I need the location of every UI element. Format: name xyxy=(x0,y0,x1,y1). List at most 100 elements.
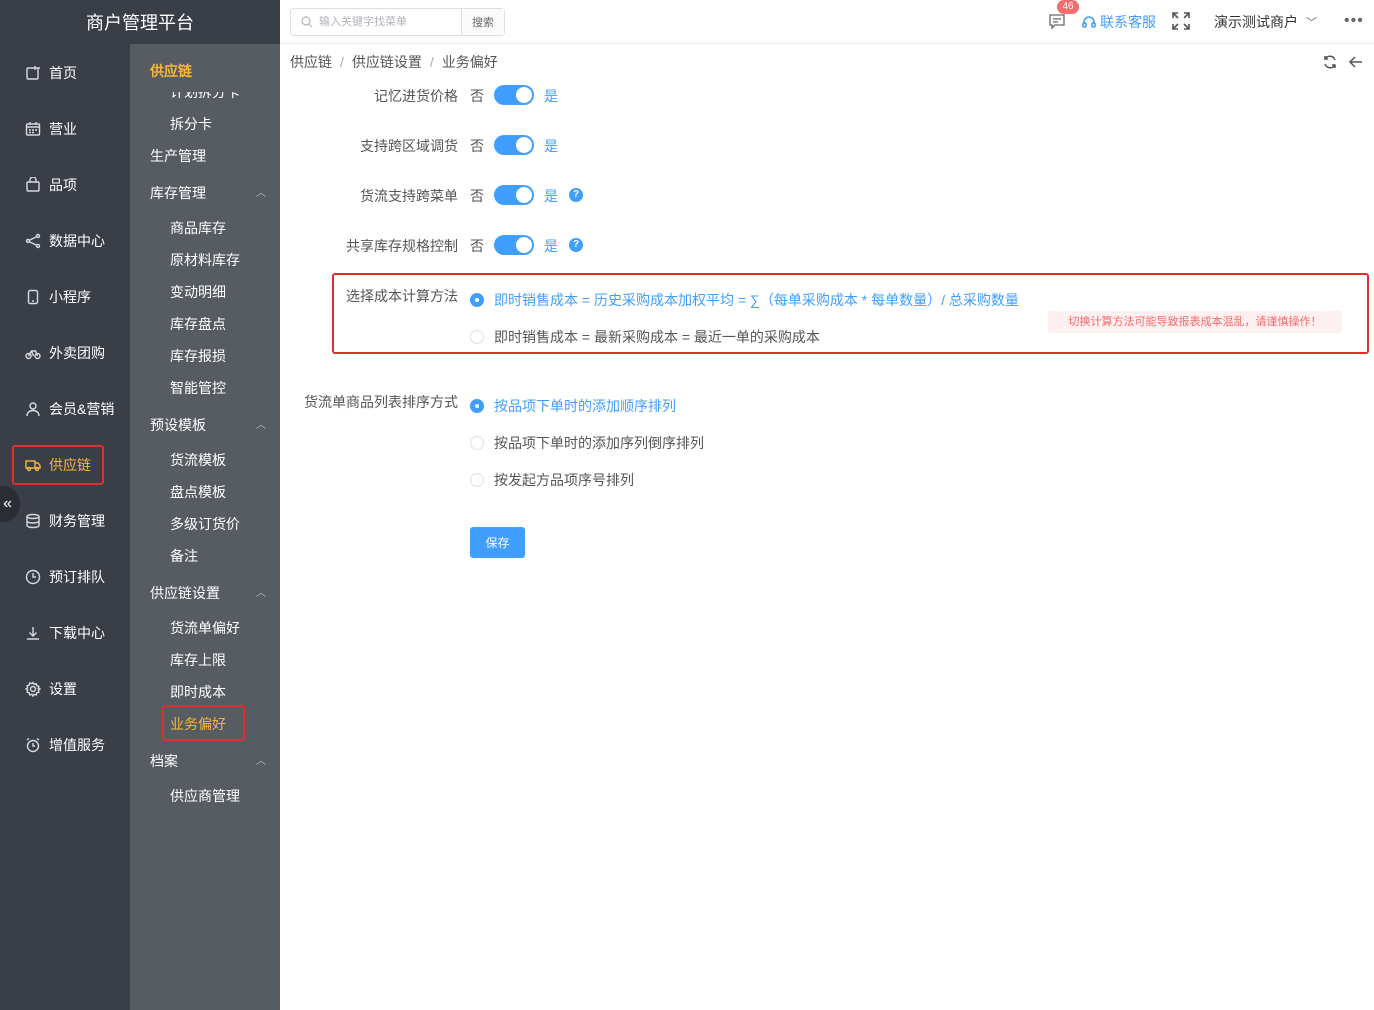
sub-item-split-card[interactable]: 拆分卡 xyxy=(170,114,212,134)
breadcrumb-item[interactable]: 供应链设置 xyxy=(352,52,422,72)
sub-item-stock-limit[interactable]: 库存上限 xyxy=(170,650,226,670)
sub-group-inventory[interactable]: 库存管理 xyxy=(150,183,206,203)
home-icon xyxy=(24,64,42,82)
sub-item-remark[interactable]: 备注 xyxy=(170,546,198,566)
shared-spec-switch[interactable] xyxy=(494,235,534,255)
back-arrow-icon[interactable] xyxy=(1348,54,1364,70)
nav-item-mini-program[interactable]: 小程序 xyxy=(0,277,130,317)
database-icon xyxy=(24,512,42,530)
sub-item-multi-price[interactable]: 多级订货价 xyxy=(170,514,240,534)
sort-reverse-order-radio[interactable]: 按品项下单时的添加序列倒序排列 xyxy=(470,433,704,453)
clock-icon xyxy=(24,568,42,586)
switch-off-text: 否 xyxy=(470,188,484,204)
help-icon[interactable]: ? xyxy=(569,188,583,202)
search-icon xyxy=(301,16,313,28)
cost-method-weighted-radio[interactable]: 即时销售成本 = 历史采购成本加权平均 = ∑（每单采购成本 * 每单数量）/ … xyxy=(470,290,1019,310)
nav-label: 营业 xyxy=(49,121,77,137)
chevron-up-icon: ︿ xyxy=(256,420,266,431)
alarm-icon xyxy=(24,736,42,754)
remember-price-switch[interactable] xyxy=(494,85,534,105)
calendar-icon xyxy=(24,120,42,138)
radio-label: 按发起方品项序号排列 xyxy=(494,472,634,488)
nav-label: 预订排队 xyxy=(49,569,105,585)
sub-item-count-template[interactable]: 盘点模板 xyxy=(170,482,226,502)
cross-menu-switch[interactable] xyxy=(494,185,534,205)
nav-item-home[interactable]: 首页 xyxy=(0,53,130,93)
setting-label: 记忆进货价格 xyxy=(374,88,458,104)
sub-sidebar-title: 供应链 xyxy=(150,63,192,79)
nav-item-settings[interactable]: 设置 xyxy=(0,669,130,709)
nav-label: 外卖团购 xyxy=(49,345,105,361)
merchant-switcher[interactable]: 演示测试商户 ﹀ xyxy=(1214,12,1317,32)
chevron-up-icon: ︿ xyxy=(256,588,266,599)
nav-item-reservation[interactable]: 预订排队 xyxy=(0,557,130,597)
cross-region-switch[interactable] xyxy=(494,135,534,155)
nav-item-member-marketing[interactable]: 会员&营销 xyxy=(0,389,130,429)
switch-off-text: 否 xyxy=(470,238,484,254)
sub-group-settings[interactable]: 供应链设置 xyxy=(150,583,220,603)
nav-label: 数据中心 xyxy=(49,233,105,249)
sub-item-stock-loss[interactable]: 库存报损 xyxy=(170,346,226,366)
cost-method-label: 选择成本计算方法 xyxy=(346,288,458,304)
sub-item-material-stock[interactable]: 原材料库存 xyxy=(170,250,240,270)
nav-label: 下载中心 xyxy=(49,625,105,641)
sub-item-change-detail[interactable]: 变动明细 xyxy=(170,282,226,302)
highlight-box-supply-chain xyxy=(12,445,104,485)
sub-group-archive[interactable]: 档案 xyxy=(150,751,178,771)
nav-label: 首页 xyxy=(49,65,77,81)
menu-search-input[interactable] xyxy=(291,9,461,35)
contact-service-link[interactable]: 联系客服 xyxy=(1082,12,1156,32)
nav-item-products[interactable]: 品项 xyxy=(0,165,130,205)
setting-label: 货流支持跨菜单 xyxy=(360,188,458,204)
sub-item-smart-control[interactable]: 智能管控 xyxy=(170,378,226,398)
sub-item-flow-pref[interactable]: 货流单偏好 xyxy=(170,618,240,638)
sort-initiator-seq-radio[interactable]: 按发起方品项序号排列 xyxy=(470,470,634,490)
help-icon[interactable]: ? xyxy=(569,238,583,252)
sub-item-supplier[interactable]: 供应商管理 xyxy=(170,786,240,806)
switch-on-text: 是 xyxy=(544,238,558,254)
radio-label: 按品项下单时的添加序列倒序排列 xyxy=(494,435,704,451)
breadcrumb-item[interactable]: 供应链 xyxy=(290,52,332,72)
radio-label: 按品项下单时的添加顺序排列 xyxy=(494,398,676,414)
chevron-up-icon: ︿ xyxy=(256,756,266,767)
highlight-box-business-pref xyxy=(162,705,245,741)
setting-label: 共享库存规格控制 xyxy=(346,238,458,254)
sub-item-product-stock[interactable]: 商品库存 xyxy=(170,218,226,238)
sub-item-stocktake[interactable]: 库存盘点 xyxy=(170,314,226,334)
bike-icon xyxy=(24,344,42,362)
sub-item-clipped[interactable]: 计划拆分卡 xyxy=(170,92,240,102)
chevron-down-icon: ﹀ xyxy=(1306,17,1317,29)
more-icon[interactable]: ••• xyxy=(1344,12,1364,30)
cost-method-latest-radio[interactable]: 即时销售成本 = 最新采购成本 = 最近一单的采购成本 xyxy=(470,327,820,347)
download-icon xyxy=(24,624,42,642)
sort-add-order-radio[interactable]: 按品项下单时的添加顺序排列 xyxy=(470,396,676,416)
save-button[interactable]: 保存 xyxy=(470,527,525,558)
nav-item-business[interactable]: 营业 xyxy=(0,109,130,149)
nav-label: 设置 xyxy=(49,681,77,697)
sub-item-flow-template[interactable]: 货流模板 xyxy=(170,450,226,470)
switch-off-text: 否 xyxy=(470,138,484,154)
phone-icon xyxy=(24,288,42,306)
nav-item-takeout[interactable]: 外卖团购 xyxy=(0,333,130,373)
switch-off-text: 否 xyxy=(470,88,484,104)
fullscreen-icon[interactable] xyxy=(1172,12,1190,30)
sub-item-instant-cost[interactable]: 即时成本 xyxy=(170,682,226,702)
nav-label: 品项 xyxy=(49,177,77,193)
radio-label: 即时销售成本 = 最新采购成本 = 最近一单的采购成本 xyxy=(494,329,820,345)
sub-sidebar: 供应链 计划拆分卡 拆分卡 生产管理 库存管理 ︿ 商品库存 原材料库存 变动明… xyxy=(130,44,280,1010)
message-icon[interactable] xyxy=(1048,12,1066,30)
breadcrumb: 供应链 / 供应链设置 / 业务偏好 xyxy=(290,52,498,72)
nav-item-data-center[interactable]: 数据中心 xyxy=(0,221,130,261)
nav-label: 增值服务 xyxy=(49,737,105,753)
nav-item-value-added[interactable]: 增值服务 xyxy=(0,725,130,765)
sub-group-production[interactable]: 生产管理 xyxy=(150,146,206,166)
menu-search: 搜索 xyxy=(290,8,505,36)
cost-method-warning: 切换计算方法可能导致报表成本混乱，请谨慎操作！ xyxy=(1048,311,1342,333)
radio-label: 即时销售成本 = 历史采购成本加权平均 = ∑（每单采购成本 * 每单数量）/ … xyxy=(494,292,1019,308)
nav-item-download-center[interactable]: 下载中心 xyxy=(0,613,130,653)
refresh-icon[interactable] xyxy=(1322,54,1338,70)
sub-group-preset[interactable]: 预设模板 xyxy=(150,415,206,435)
gear-icon xyxy=(24,680,42,698)
message-badge: 46 xyxy=(1057,0,1079,14)
search-button[interactable]: 搜索 xyxy=(461,9,504,35)
